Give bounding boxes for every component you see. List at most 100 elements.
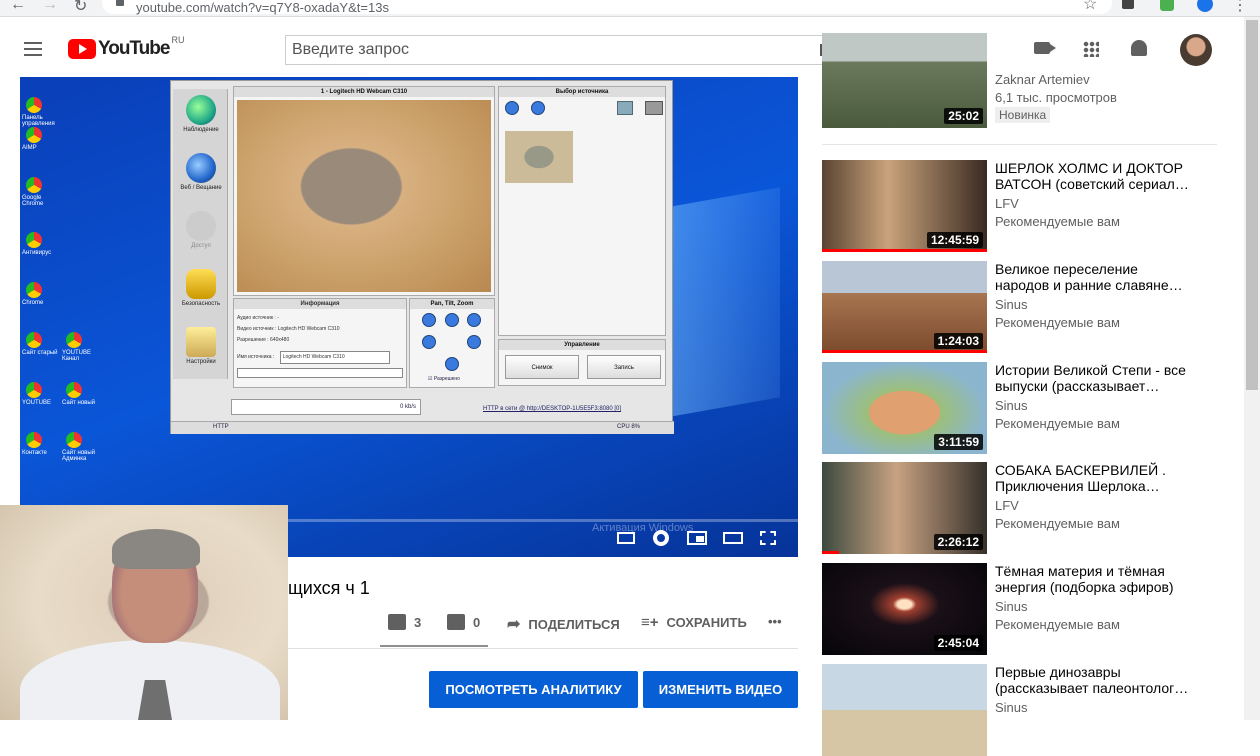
- desktop-app-icon: [66, 382, 82, 398]
- refresh-source-icon: [617, 101, 633, 115]
- address-bar[interactable]: youtube.com/watch?v=q7Y8-oxadaY&t=13s: [102, 0, 1112, 15]
- analytics-button[interactable]: ПОСМОТРЕТЬ АНАЛИТИКУ: [429, 671, 638, 708]
- desktop-icon-label: Панель управления: [22, 115, 55, 127]
- like-ratio-bar: [380, 645, 488, 647]
- video-thumbnail[interactable]: 25:02: [822, 33, 987, 128]
- desktop-icon-label: Контакте: [22, 450, 47, 456]
- webcam-app-window: Наблюдение Веб / Вещание Доступ Безопасн…: [170, 80, 674, 434]
- channel-name[interactable]: Sinus: [995, 599, 1028, 614]
- record-button: Запись: [587, 355, 661, 379]
- desktop-icon-label: Сайт новый Админка: [62, 450, 96, 462]
- fullscreen-icon[interactable]: [760, 531, 776, 545]
- recommendation-title[interactable]: Истории Великой Степи - все выпуски (рас…: [995, 362, 1190, 394]
- youtube-logo[interactable]: YouTube RU: [68, 35, 184, 60]
- save-button[interactable]: ≡+ СОХРАНИТЬ: [641, 614, 747, 631]
- more-actions-button[interactable]: •••: [768, 614, 782, 629]
- recommendation-title[interactable]: ШЕРЛОК ХОЛМС И ДОКТОР ВАТСОН (советский …: [995, 160, 1190, 192]
- desktop-icon-label: YOUTUBE Канал: [62, 350, 92, 362]
- video-player[interactable]: Наблюдение Веб / Вещание Доступ Безопасн…: [20, 77, 798, 557]
- recommendation-title[interactable]: Первые динозавры (рассказывает палеонтол…: [995, 664, 1190, 696]
- theater-mode-icon[interactable]: [723, 532, 743, 544]
- network-link: HTTP в сети @ http://DESKTOP-1U5E5F3:808…: [483, 406, 622, 412]
- desktop-icon-label: Chrome: [22, 300, 44, 306]
- windows-activation-watermark: Активация Windows: [592, 522, 694, 534]
- desktop-app-icon: [66, 432, 82, 448]
- remove-source-icon: [531, 101, 545, 115]
- recommendation-title[interactable]: СОБАКА БАСКЕРВИЛЕЙ . Приключения Шерлока…: [995, 462, 1190, 494]
- duration-badge: 2:26:12: [933, 534, 983, 550]
- share-button[interactable]: ➦ ПОДЕЛИТЬСЯ: [507, 614, 620, 634]
- channel-name[interactable]: Sinus: [995, 297, 1028, 312]
- video-title: щихся ч 1: [288, 578, 370, 598]
- extension-icon[interactable]: [1122, 0, 1134, 9]
- desktop-app-icon: [26, 127, 42, 143]
- desktop-app-icon: [26, 177, 42, 193]
- hamburger-menu-icon[interactable]: [24, 42, 42, 56]
- recommendation-title[interactable]: Великое переселение народов и ранние сла…: [995, 261, 1190, 293]
- sidebar-separator: [822, 144, 1217, 145]
- desktop-icon-label: Сайт старый: [22, 350, 58, 356]
- channel-name[interactable]: LFV: [995, 196, 1019, 211]
- extension-badge-icon[interactable]: [1160, 0, 1174, 11]
- edit-video-button[interactable]: ИЗМЕНИТЬ ВИДЕО: [643, 671, 798, 708]
- back-icon[interactable]: ←: [10, 0, 26, 14]
- channel-name[interactable]: Sinus: [995, 398, 1028, 413]
- desktop-icon-label: Google Chrome: [22, 195, 44, 207]
- subtitles-icon[interactable]: [617, 532, 635, 544]
- ptz-enabled-checkbox: ☑ Разрешено: [428, 376, 460, 382]
- url-text: youtube.com/watch?v=q7Y8-oxadaY&t=13s: [136, 0, 389, 15]
- recommendation-item[interactable]: Первые динозавры (рассказывает палеонтол…: [822, 664, 1217, 756]
- recommendation-meta: Рекомендуемые вам: [995, 214, 1120, 229]
- new-badge: Новинка: [995, 107, 1051, 123]
- source-thumbnail: [505, 131, 573, 183]
- channel-name[interactable]: LFV: [995, 498, 1019, 513]
- miniplayer-icon[interactable]: [687, 531, 707, 545]
- recommendation-item[interactable]: 1:24:03 Великое переселение народов и ран…: [822, 261, 1217, 353]
- profile-icon[interactable]: [1197, 0, 1213, 12]
- search-input[interactable]: Введите запрос: [285, 35, 851, 65]
- video-thumbnail[interactable]: 2:26:12: [822, 462, 987, 554]
- desktop-app-icon: [66, 332, 82, 348]
- reload-icon[interactable]: ↻: [74, 0, 87, 16]
- video-thumbnail[interactable]: 3:11:59: [822, 362, 987, 454]
- channel-name[interactable]: Sinus: [995, 700, 1028, 715]
- desktop-app-icon: [26, 282, 42, 298]
- camera-panel: 1 - Logitech HD Webcam C310: [233, 86, 495, 296]
- like-button[interactable]: 3: [388, 614, 421, 630]
- watch-progress-bar: [822, 350, 987, 353]
- recommendation-item[interactable]: 12:45:59 ШЕРЛОК ХОЛМС И ДОКТОР ВАТСОН (со…: [822, 160, 1217, 252]
- desktop-icon-label: Антивирус: [22, 250, 52, 256]
- desktop-app-icon: [26, 432, 42, 448]
- settings-gear-icon[interactable]: [653, 530, 669, 546]
- divider: [288, 648, 798, 649]
- duration-badge: 12:45:59: [926, 232, 983, 248]
- recommendation-item[interactable]: 25:02 Zaknar Artemiev 6,1 тыс. просмотро…: [822, 33, 1217, 128]
- duration-badge: 1:24:03: [933, 333, 983, 349]
- add-source-icon: [505, 101, 519, 115]
- bookmark-star-icon[interactable]: ☆: [1083, 0, 1097, 14]
- desktop-app-icon: [26, 332, 42, 348]
- scrollbar-thumb[interactable]: [1246, 20, 1258, 390]
- recommendation-meta: Рекомендуемые вам: [995, 516, 1120, 531]
- browser-menu-icon[interactable]: ⋮: [1232, 0, 1248, 15]
- info-panel: Информация Аудио источник : - Видео исто…: [233, 298, 407, 388]
- recommendation-meta: Рекомендуемые вам: [995, 315, 1120, 330]
- grid-view-icon: [645, 101, 663, 115]
- thumbs-down-icon: [447, 614, 465, 630]
- video-thumbnail[interactable]: 12:45:59: [822, 160, 987, 252]
- video-thumbnail[interactable]: 1:24:03: [822, 261, 987, 353]
- desktop-app-icon: [26, 232, 42, 248]
- desktop-app-icon: [26, 97, 42, 113]
- app-side-button: Веб / Вещание: [177, 149, 225, 201]
- desktop-icon-label: AIMP: [22, 145, 37, 151]
- recommendation-item[interactable]: 2:45:04 Тёмная материя и тёмная энергия (…: [822, 563, 1217, 655]
- app-side-button: Доступ: [177, 207, 225, 259]
- dislike-button[interactable]: 0: [447, 614, 480, 630]
- app-side-button: Настройки: [177, 323, 225, 375]
- video-thumbnail[interactable]: [822, 664, 987, 756]
- video-thumbnail[interactable]: 2:45:04: [822, 563, 987, 655]
- recommendation-item[interactable]: 2:26:12 СОБАКА БАСКЕРВИЛЕЙ . Приключения …: [822, 462, 1217, 554]
- forward-icon[interactable]: →: [42, 0, 58, 14]
- recommendation-title[interactable]: Тёмная материя и тёмная энергия (подборк…: [995, 563, 1190, 595]
- recommendation-item[interactable]: 3:11:59 Истории Великой Степи - все выпус…: [822, 362, 1217, 454]
